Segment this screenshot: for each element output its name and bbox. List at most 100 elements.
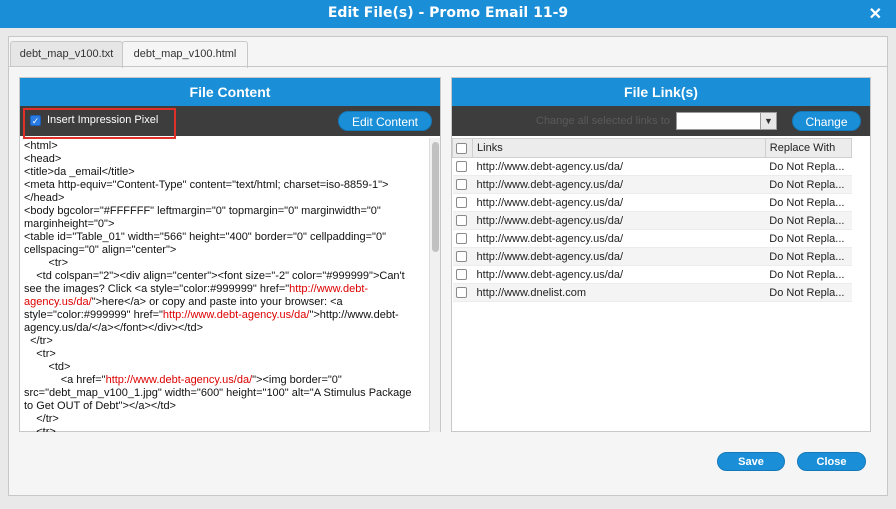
link-select-cell bbox=[452, 247, 473, 266]
code-line: </head> bbox=[24, 192, 426, 205]
link-row[interactable]: http://www.debt-agency.us/da/Do Not Repl… bbox=[452, 247, 852, 266]
code-line: <a href="http://www.debt-agency.us/da/">… bbox=[24, 374, 426, 387]
code-line: <html> bbox=[24, 140, 426, 153]
code-line: <td> bbox=[24, 361, 426, 374]
code-line: src="debt_map_v100_1.jpg" width="600" he… bbox=[24, 387, 426, 400]
dialog-title: Edit File(s) - Promo Email 11-9 bbox=[327, 5, 569, 21]
code-line: <tr> bbox=[24, 257, 426, 270]
insert-pixel-label: Insert Impression Pixel bbox=[47, 114, 159, 126]
tab-txt-file[interactable]: debt_map_v100.txt bbox=[10, 41, 123, 67]
code-line: </tr> bbox=[24, 335, 426, 348]
change-button[interactable]: Change bbox=[792, 111, 861, 131]
code-line: <tr> bbox=[24, 426, 426, 432]
link-select-cell bbox=[452, 229, 473, 248]
link-row[interactable]: http://www.debt-agency.us/da/Do Not Repl… bbox=[452, 193, 852, 212]
link-replace-with[interactable]: Do Not Repla... bbox=[765, 193, 852, 212]
link-select-checkbox[interactable] bbox=[455, 197, 467, 209]
link-row[interactable]: http://www.debt-agency.us/da/Do Not Repl… bbox=[452, 175, 852, 194]
link-row[interactable]: http://www.debt-agency.us/da/Do Not Repl… bbox=[452, 265, 852, 284]
code-text: </head> bbox=[24, 192, 65, 204]
link-replace-with[interactable]: Do Not Repla... bbox=[765, 157, 852, 176]
link-row[interactable]: http://www.dnelist.com Do Not Repla... bbox=[452, 283, 852, 302]
html-source-editor[interactable]: <html> <head> <title>da _email</title> <met… bbox=[21, 138, 429, 432]
links-table: Links Replace With http://www.debt-agenc… bbox=[451, 138, 853, 302]
link-url: http://www.debt-agency.us/da/ bbox=[472, 247, 766, 266]
code-text: "><img border="0" bbox=[252, 374, 342, 386]
link-select-checkbox[interactable] bbox=[455, 233, 467, 245]
select-all-checkbox[interactable] bbox=[456, 142, 467, 154]
code-url: agency.us/da/ bbox=[24, 296, 92, 308]
code-text: see the images? Click <a style="color:#9… bbox=[24, 283, 290, 295]
code-line: <tr> bbox=[24, 348, 426, 361]
save-button[interactable]: Save bbox=[717, 452, 785, 471]
link-url: http://www.debt-agency.us/da/ bbox=[472, 193, 766, 212]
code-line: <body bgcolor="#FFFFFF" leftmargin="0" t… bbox=[24, 205, 426, 218]
link-replace-with[interactable]: Do Not Repla... bbox=[765, 211, 852, 230]
code-text: src="debt_map_v100_1.jpg" width="600" he… bbox=[24, 387, 412, 399]
code-url: http://www.debt-agency.us/da/ bbox=[162, 309, 310, 321]
code-line: cellspacing="0" align="center"> bbox=[24, 244, 426, 257]
link-select-checkbox[interactable] bbox=[455, 251, 467, 263]
link-replace-with[interactable]: Do Not Repla... bbox=[765, 229, 852, 248]
link-select-checkbox[interactable] bbox=[455, 269, 467, 281]
editor-scrollbar[interactable] bbox=[429, 138, 440, 432]
close-button[interactable]: Close bbox=[797, 452, 866, 471]
code-line: <title>da _email</title> bbox=[24, 166, 426, 179]
link-url: http://www.debt-agency.us/da/ bbox=[472, 175, 766, 194]
code-text: ">here</a> or copy and paste into your b… bbox=[91, 296, 343, 308]
link-url: http://www.debt-agency.us/da/ bbox=[472, 229, 766, 248]
code-line: see the images? Click <a style="color:#9… bbox=[24, 283, 426, 296]
code-line: </tr> bbox=[24, 413, 426, 426]
replace-with-select[interactable]: ▼ bbox=[676, 112, 777, 130]
code-text: <td colspan="2"><div align="center"><fon… bbox=[24, 270, 405, 282]
code-text: cellspacing="0" align="center"> bbox=[24, 244, 177, 256]
code-text: <html> bbox=[24, 140, 58, 152]
code-text: <tr> bbox=[24, 426, 56, 432]
link-replace-with[interactable]: Do Not Repla... bbox=[765, 247, 852, 266]
file-links-toolbar: Change all selected links to ▼ Change bbox=[452, 106, 870, 136]
editor-scrollbar-thumb[interactable] bbox=[432, 142, 439, 252]
code-line: marginheight="0"> bbox=[24, 218, 426, 231]
code-text: agency.us/da/</a></font></div></td> bbox=[24, 322, 203, 334]
link-url: http://www.debt-agency.us/da/ bbox=[472, 157, 766, 176]
code-text: <meta http-equiv="Content-Type" content=… bbox=[24, 179, 389, 191]
file-content-panel: File Content ✓ Insert Impression Pixel E… bbox=[19, 77, 441, 432]
close-icon[interactable]: ✕ bbox=[869, 4, 882, 24]
insert-pixel-checkbox[interactable]: ✓ bbox=[30, 115, 41, 126]
column-header-links[interactable]: Links bbox=[472, 138, 766, 158]
link-select-cell bbox=[452, 175, 473, 194]
code-line: <head> bbox=[24, 153, 426, 166]
code-line: <td colspan="2"><div align="center"><fon… bbox=[24, 270, 426, 283]
tab-html-file[interactable]: debt_map_v100.html bbox=[122, 41, 248, 68]
code-line: style="color:#999999" href="http://www.d… bbox=[24, 309, 426, 322]
edit-content-button[interactable]: Edit Content bbox=[338, 111, 432, 131]
link-row[interactable]: http://www.debt-agency.us/da/Do Not Repl… bbox=[452, 229, 852, 248]
link-select-checkbox[interactable] bbox=[455, 287, 467, 299]
column-header-replace-with[interactable]: Replace With bbox=[764, 138, 853, 158]
link-select-cell bbox=[452, 157, 473, 176]
link-select-checkbox[interactable] bbox=[455, 161, 467, 173]
link-row[interactable]: http://www.debt-agency.us/da/Do Not Repl… bbox=[452, 211, 852, 230]
link-replace-with[interactable]: Do Not Repla... bbox=[765, 283, 852, 302]
link-url: http://www.debt-agency.us/da/ bbox=[472, 211, 766, 230]
code-line: <table id="Table_01" width="566" height=… bbox=[24, 231, 426, 244]
code-text: <body bgcolor="#FFFFFF" leftmargin="0" t… bbox=[24, 205, 381, 217]
code-text: ">http://www.debt- bbox=[309, 309, 399, 321]
link-row[interactable]: http://www.debt-agency.us/da/Do Not Repl… bbox=[452, 157, 852, 176]
link-url: http://www.debt-agency.us/da/ bbox=[472, 265, 766, 284]
dialog-titlebar: Edit File(s) - Promo Email 11-9 ✕ bbox=[0, 0, 896, 28]
file-content-heading: File Content bbox=[20, 78, 440, 106]
code-text: <head> bbox=[24, 153, 62, 165]
code-text: <a href=" bbox=[24, 374, 106, 386]
link-select-checkbox[interactable] bbox=[455, 215, 467, 227]
link-replace-with[interactable]: Do Not Repla... bbox=[765, 175, 852, 194]
link-select-checkbox[interactable] bbox=[455, 179, 467, 191]
code-line: agency.us/da/</a></font></div></td> bbox=[24, 322, 426, 335]
chevron-down-icon[interactable]: ▼ bbox=[760, 113, 776, 129]
code-text: </tr> bbox=[24, 413, 59, 425]
code-text: marginheight="0"> bbox=[24, 218, 115, 230]
link-select-cell bbox=[452, 211, 473, 230]
code-url: http://www.debt-agency.us/da/ bbox=[105, 374, 253, 386]
link-replace-with[interactable]: Do Not Repla... bbox=[765, 265, 852, 284]
code-text: <td> bbox=[24, 361, 71, 373]
